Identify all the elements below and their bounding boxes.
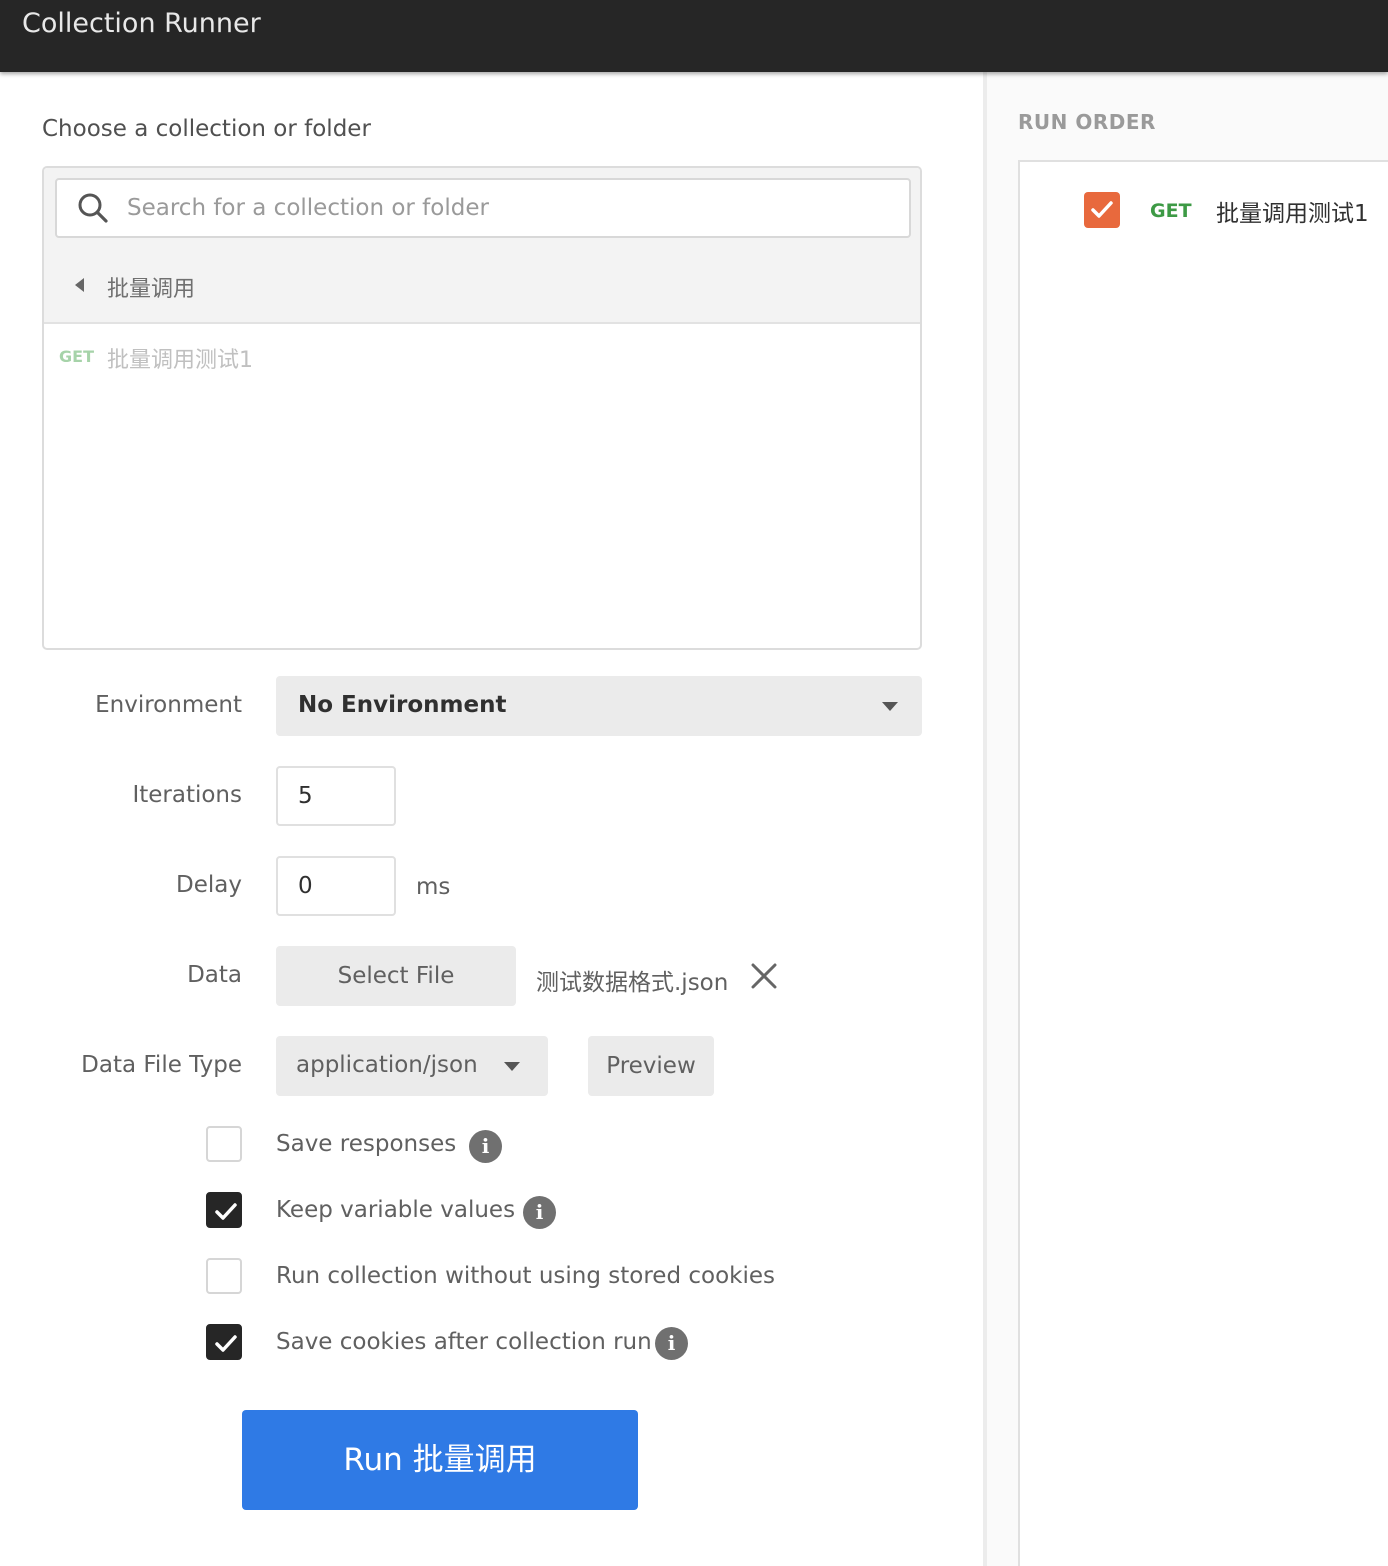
chevron-down-icon <box>504 1062 520 1071</box>
data-file-type-value: application/json <box>296 1052 478 1078</box>
run-order-item-checkbox[interactable] <box>1084 192 1120 228</box>
collection-chooser-label: Choose a collection or folder <box>42 116 371 142</box>
iterations-input[interactable]: 5 <box>276 766 396 826</box>
no-stored-cookies-checkbox[interactable] <box>206 1258 242 1294</box>
run-button[interactable]: Run 批量调用 <box>242 1410 638 1510</box>
delay-input[interactable]: 0 <box>276 856 396 916</box>
window-title: Collection Runner <box>22 8 261 39</box>
run-order-label: RUN ORDER <box>1018 110 1156 134</box>
no-stored-cookies-label: Run collection without using stored cook… <box>276 1263 776 1289</box>
data-file-name: 测试数据格式.json <box>536 970 729 996</box>
data-file-type-select[interactable]: application/json <box>276 1036 548 1096</box>
caret-left-icon[interactable] <box>75 278 84 292</box>
collection-list: 批量调用 GET 批量调用测试1 <box>42 166 922 650</box>
collection-search[interactable] <box>55 178 911 238</box>
chevron-down-icon <box>882 702 898 711</box>
save-responses-checkbox[interactable] <box>206 1126 242 1162</box>
data-file-type-label: Data File Type <box>81 1052 242 1078</box>
iterations-value: 5 <box>298 783 313 809</box>
delay-value: 0 <box>298 873 313 899</box>
folder-back-row[interactable]: 批量调用 <box>44 262 920 312</box>
check-icon <box>1091 201 1113 218</box>
save-cookies-label: Save cookies after collection run <box>276 1329 652 1355</box>
delay-label: Delay <box>176 872 242 898</box>
check-icon <box>215 1335 237 1352</box>
info-icon[interactable]: i <box>523 1196 556 1229</box>
delay-unit: ms <box>416 874 451 900</box>
keep-variable-values-checkbox[interactable] <box>206 1192 242 1228</box>
save-responses-label: Save responses <box>276 1131 457 1157</box>
environment-value: No Environment <box>298 692 507 718</box>
search-icon <box>78 193 108 223</box>
check-icon <box>215 1203 237 1220</box>
info-icon[interactable]: i <box>469 1130 502 1163</box>
environment-label: Environment <box>95 692 242 718</box>
close-icon[interactable] <box>750 962 778 990</box>
search-input[interactable] <box>127 188 897 228</box>
run-order-item-method: GET <box>1150 200 1192 222</box>
title-bar: Collection Runner <box>0 0 1388 72</box>
collection-list-header: 批量调用 <box>44 168 920 324</box>
request-list-item[interactable]: GET 批量调用测试1 <box>44 338 920 378</box>
request-name: 批量调用测试1 <box>107 348 253 373</box>
data-label: Data <box>187 962 242 988</box>
select-file-button[interactable]: Select File <box>276 946 516 1006</box>
info-icon[interactable]: i <box>655 1327 688 1360</box>
run-order-item-name[interactable]: 批量调用测试1 <box>1216 194 1369 228</box>
request-method: GET <box>59 347 94 366</box>
environment-select[interactable]: No Environment <box>276 676 922 736</box>
folder-name: 批量调用 <box>107 277 196 302</box>
iterations-label: Iterations <box>132 782 242 808</box>
preview-button[interactable]: Preview <box>588 1036 714 1096</box>
keep-variable-values-label: Keep variable values <box>276 1197 516 1223</box>
run-order-list <box>1018 160 1388 1566</box>
save-cookies-checkbox[interactable] <box>206 1324 242 1360</box>
